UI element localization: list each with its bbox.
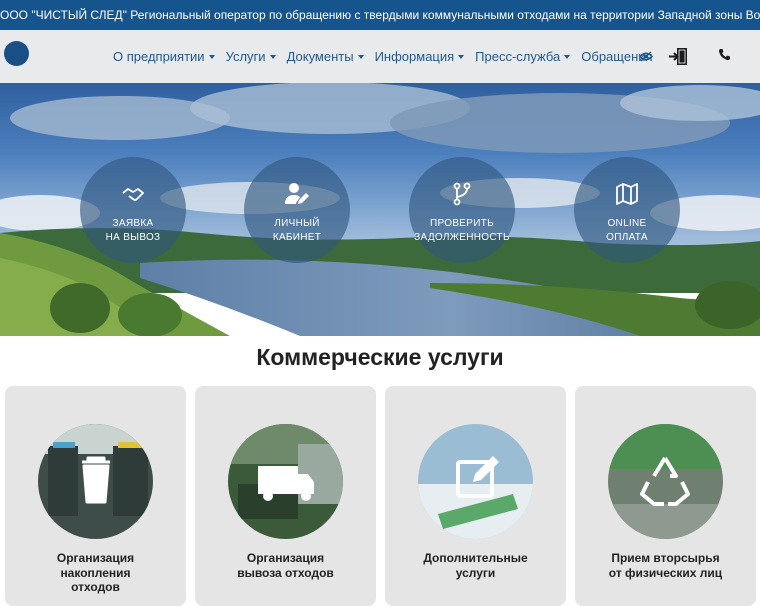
logo[interactable] — [4, 41, 29, 66]
truck-icon — [228, 424, 343, 539]
trash-icon — [38, 424, 153, 539]
nav-item-press[interactable]: Пресс-служба — [475, 49, 571, 64]
branch-icon — [453, 182, 471, 206]
top-banner: ООО "ЧИСТЫЙ СЛЕД" Региональный оператор … — [0, 0, 760, 30]
eye-icon[interactable] — [639, 51, 653, 62]
banner-text: ООО "ЧИСТЫЙ СЛЕД" Региональный оператор … — [0, 8, 760, 22]
nav-item-services[interactable]: Услуги — [226, 49, 276, 64]
caret-down-icon — [564, 54, 571, 59]
recycle-icon — [608, 424, 723, 539]
request-pickup-button[interactable]: ЗАЯВКА НА ВЫВОЗ — [80, 157, 186, 263]
nav-item-documents[interactable]: Документы — [287, 49, 364, 64]
caret-down-icon — [458, 54, 465, 59]
main-nav: О предприятии Услуги Документы Информаци… — [113, 30, 664, 83]
nav-item-information[interactable]: Информация — [375, 49, 465, 64]
map-icon — [616, 183, 638, 205]
card-photo — [418, 424, 533, 539]
service-card-waste-accumulation[interactable]: Организация накопления отходов — [5, 386, 186, 606]
caret-down-icon — [269, 54, 276, 59]
card-photo — [228, 424, 343, 539]
hero-banner: ЗАЯВКА НА ВЫВОЗ ЛИЧНЫЙ КАБИНЕТ ПРОВЕРИТЬ ЗА… — [0, 83, 760, 336]
edit-icon — [418, 424, 533, 539]
nav-item-about[interactable]: О предприятии — [113, 49, 215, 64]
section-title: Коммерческие услуги — [256, 344, 504, 370]
phone-icon[interactable] — [718, 48, 731, 61]
handshake-icon — [122, 188, 144, 201]
online-payment-button[interactable]: ONLINE ОПЛАТА — [574, 157, 680, 263]
navbar: О предприятии Услуги Документы Информаци… — [0, 30, 760, 83]
card-photo — [38, 424, 153, 539]
service-card-additional[interactable]: Дополнительные услуги — [385, 386, 566, 606]
caret-down-icon — [357, 54, 364, 59]
check-debt-button[interactable]: ПРОВЕРИТЬ ЗАДОЛЖЕННОСТЬ — [409, 157, 515, 263]
service-card-waste-removal[interactable]: Организация вывоза отходов — [195, 386, 376, 606]
service-card-recyclables[interactable]: Прием вторсырья от физических лиц — [575, 386, 756, 606]
user-edit-icon — [285, 183, 309, 204]
card-photo — [608, 424, 723, 539]
login-icon[interactable] — [668, 47, 688, 66]
caret-down-icon — [208, 54, 215, 59]
personal-account-button[interactable]: ЛИЧНЫЙ КАБИНЕТ — [244, 157, 350, 263]
